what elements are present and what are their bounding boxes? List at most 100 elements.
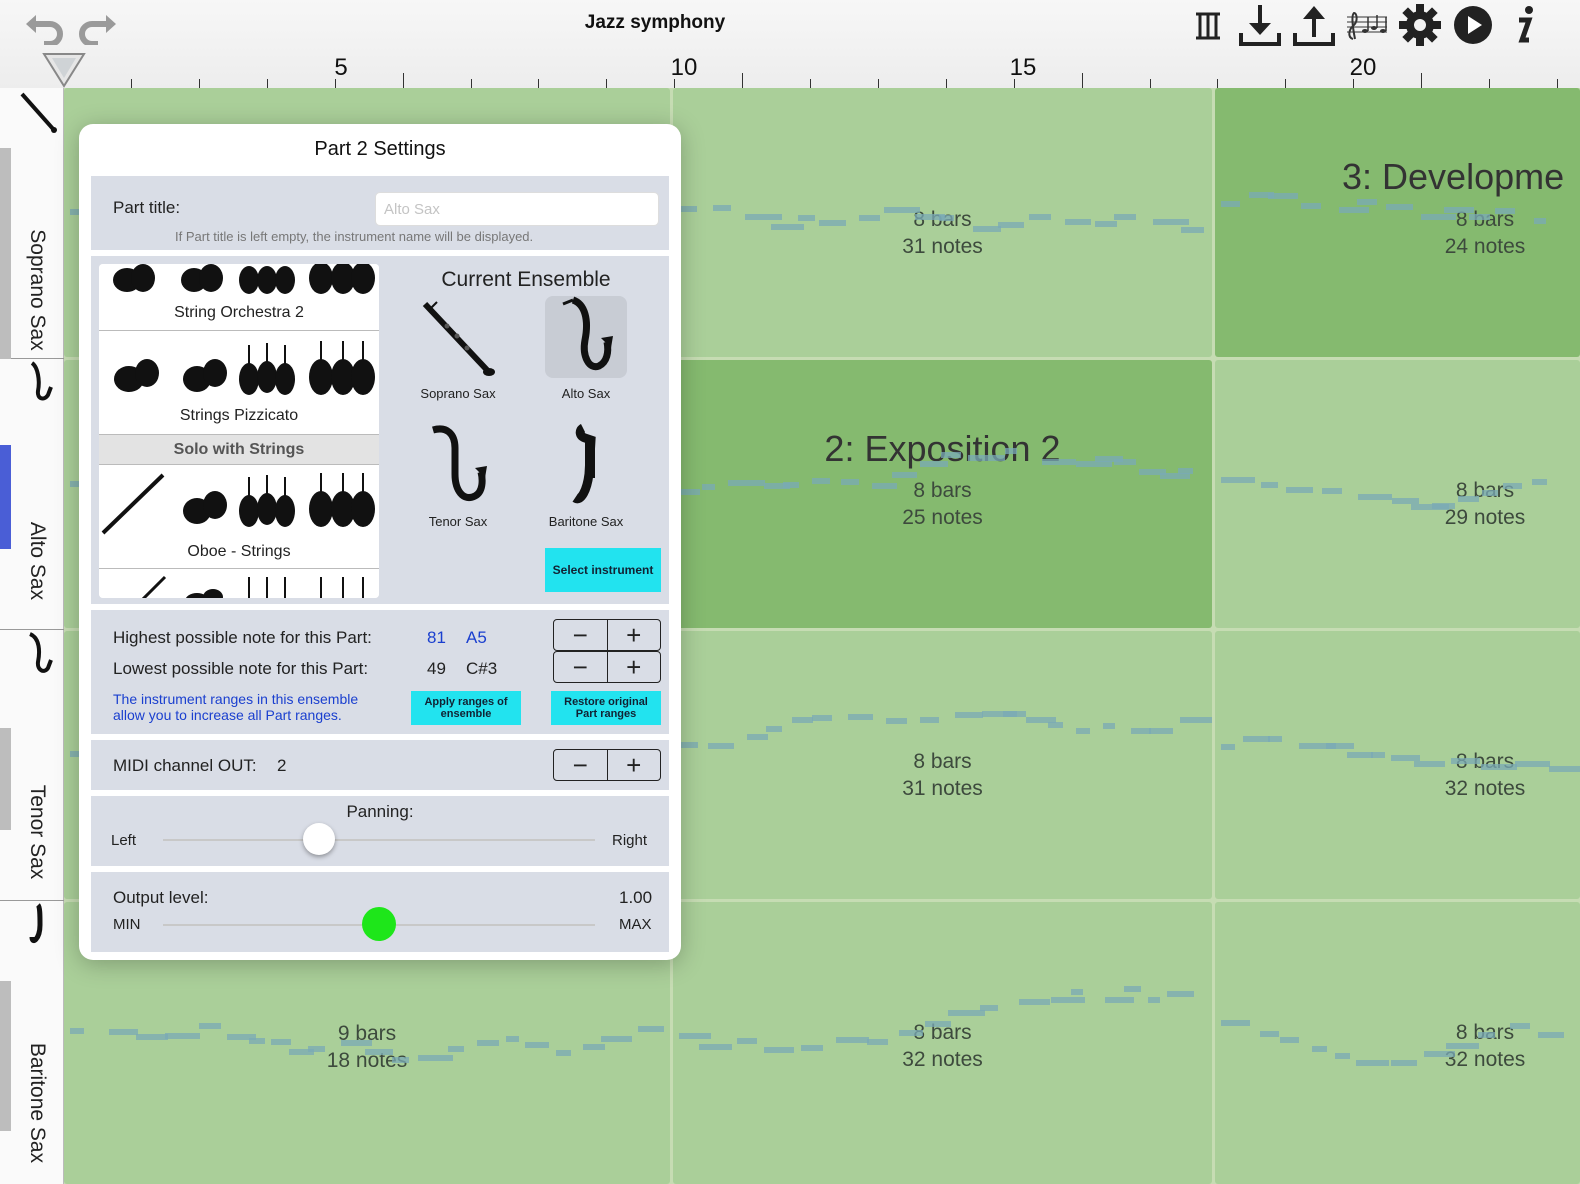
instrument-soprano-sax[interactable]: Soprano Sax xyxy=(415,296,501,401)
midi-channel-label: MIDI channel OUT: xyxy=(113,756,257,775)
apply-ranges-line1: Apply ranges of xyxy=(424,696,508,708)
track-alto-sax[interactable]: Alto Sax xyxy=(0,359,64,630)
panning-slider-track[interactable] xyxy=(163,839,595,841)
range-info-line2: allow you to increase all Part ranges. xyxy=(113,707,342,723)
ruler-tick xyxy=(1082,73,1083,88)
ruler-tick xyxy=(403,73,404,88)
output-max-label: MAX xyxy=(619,916,652,933)
section-title: 3: Developme xyxy=(1342,156,1565,197)
ensemble-item[interactable] xyxy=(99,569,379,598)
gear-icon[interactable] xyxy=(1396,2,1444,48)
minus-icon[interactable]: − xyxy=(554,750,607,780)
cell-notes: 25 notes xyxy=(902,506,983,529)
highest-note-value: 81 xyxy=(427,628,446,647)
minus-icon[interactable]: − xyxy=(554,652,607,682)
instrument-tenor-sax[interactable]: Tenor Sax xyxy=(415,424,501,529)
ruler-tick xyxy=(1557,79,1558,88)
upload-icon[interactable] xyxy=(1290,2,1338,48)
info-icon[interactable] xyxy=(1504,2,1544,48)
part-cell[interactable]: 8 bars 32 notes xyxy=(1215,631,1580,899)
track-strip xyxy=(0,728,11,830)
plus-icon[interactable]: + xyxy=(606,620,661,650)
cell-notes: 32 notes xyxy=(1444,1048,1526,1071)
cell-bars: 8 bars xyxy=(1455,479,1515,502)
ruler-tick xyxy=(1489,79,1490,88)
ruler-tick xyxy=(538,79,539,88)
play-icon[interactable] xyxy=(1450,2,1496,48)
part-cell[interactable]: 8 bars 32 notes xyxy=(673,902,1212,1184)
part-cell[interactable]: 8 bars 29 notes xyxy=(1215,360,1580,628)
tenor-sax-icon xyxy=(18,632,58,676)
output-level-value: 1.00 xyxy=(619,888,653,907)
instrument-label: Tenor Sax xyxy=(428,514,488,529)
track-tenor-sax[interactable]: Tenor Sax xyxy=(0,630,64,901)
panning-label: Panning: xyxy=(346,802,414,821)
ruler-tick xyxy=(1014,79,1015,88)
lowest-note-value: 49 xyxy=(427,659,446,678)
part-cell-selected[interactable]: 2: Exposition 2 8 bars 25 notes xyxy=(673,360,1212,628)
ruler-tick xyxy=(1285,79,1286,88)
output-min-label: MIN xyxy=(113,916,141,933)
plus-icon[interactable]: + xyxy=(606,750,661,780)
score-icon[interactable] xyxy=(1344,6,1390,46)
ensemble-label: String Orchestra 2 xyxy=(174,304,304,321)
ensemble-item[interactable]: Oboe - Strings xyxy=(99,465,379,569)
output-level-slider-thumb[interactable] xyxy=(362,907,396,941)
track-strip xyxy=(0,148,11,359)
redo-icon[interactable] xyxy=(76,6,120,46)
ruler-label-20: 20 xyxy=(1349,54,1377,81)
ensemble-panel: String Orchestra 2 Strings Pizzicato Sol… xyxy=(91,256,669,604)
apply-ensemble-ranges-button[interactable]: Apply ranges of ensemble xyxy=(411,691,521,725)
ruler-tick xyxy=(1217,79,1218,88)
part-title-label: Part title: xyxy=(113,198,181,217)
ruler-tick xyxy=(946,79,947,88)
ensemble-list[interactable]: String Orchestra 2 Strings Pizzicato Sol… xyxy=(99,264,379,598)
part-cell[interactable]: 8 bars 31 notes xyxy=(673,631,1212,899)
dialog-title: Part 2 Settings xyxy=(314,138,446,160)
panning-panel: Panning: Left Right xyxy=(91,796,669,866)
mixer-icon[interactable] xyxy=(1190,6,1226,46)
section-title: 2: Exposition 2 xyxy=(824,428,1061,469)
track-baritone-sax[interactable]: Baritone Sax xyxy=(0,901,64,1184)
part-title-panel: Part title: If Part title is left empty,… xyxy=(91,176,669,250)
alto-sax-icon xyxy=(545,296,627,378)
ensemble-item[interactable]: Strings Pizzicato xyxy=(99,331,379,435)
apply-ranges-line2: ensemble xyxy=(440,708,492,720)
restore-part-ranges-button[interactable]: Restore original Part ranges xyxy=(551,691,661,725)
lowest-note-stepper: − + xyxy=(553,651,661,683)
minus-icon[interactable]: − xyxy=(554,620,607,650)
cell-bars: 8 bars xyxy=(913,479,972,502)
plus-icon[interactable]: + xyxy=(606,652,661,682)
bar-ruler[interactable]: 5 10 15 20 xyxy=(64,52,1580,88)
track-soprano-sax[interactable]: Soprano Sax xyxy=(0,88,64,359)
track-strip-active xyxy=(0,445,11,549)
cell-notes: 29 notes xyxy=(1444,506,1526,529)
part-cell[interactable]: 8 bars 32 notes xyxy=(1215,902,1580,1184)
ruler-tick xyxy=(335,79,336,88)
ensemble-item[interactable]: String Orchestra 2 xyxy=(99,264,379,331)
ensemble-label: Strings Pizzicato xyxy=(179,407,299,424)
midi-channel-panel: MIDI channel OUT: 2 − + xyxy=(91,740,669,790)
ruler-tick xyxy=(606,79,607,88)
select-instrument-button[interactable]: Select instrument xyxy=(545,548,661,592)
track-label: Alto Sax xyxy=(26,521,49,601)
instrument-baritone-sax[interactable]: Baritone Sax xyxy=(543,423,629,529)
ruler-tick xyxy=(1421,73,1422,88)
instrument-alto-sax[interactable]: Alto Sax xyxy=(543,296,629,401)
soprano-sax-icon xyxy=(18,90,58,134)
download-icon[interactable] xyxy=(1236,2,1284,48)
track-strip xyxy=(0,981,11,1131)
baritone-sax-icon xyxy=(18,903,58,947)
ruler-tick xyxy=(199,79,200,88)
panning-slider-thumb[interactable] xyxy=(303,823,335,855)
instrument-group-icon xyxy=(141,575,364,598)
panning-left-label: Left xyxy=(111,832,137,849)
part-title-input[interactable] xyxy=(375,192,659,226)
undo-icon[interactable] xyxy=(22,6,66,46)
instrument-label: Alto Sax xyxy=(561,386,611,401)
playhead-marker[interactable] xyxy=(42,52,86,88)
cell-notes: 31 notes xyxy=(902,777,983,800)
part-cell[interactable]: 8 bars 31 notes xyxy=(673,88,1212,357)
part-cell[interactable]: 3: Developme 8 bars 24 notes xyxy=(1215,88,1580,357)
midi-channel-stepper: − + xyxy=(553,749,661,781)
